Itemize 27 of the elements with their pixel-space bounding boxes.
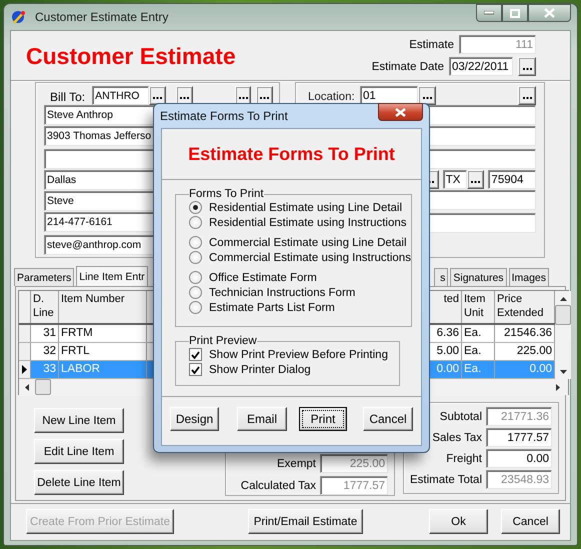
table-cell: Ea.	[462, 325, 495, 342]
field-label: Bill To:	[49, 90, 86, 104]
field-label: Estimate	[409, 38, 454, 50]
table-cell: 5.00	[436, 345, 459, 357]
table-cell: 33	[31, 361, 59, 378]
field-label: Subtotal	[440, 410, 482, 422]
table-cell: 0.00	[436, 363, 459, 375]
field-label: Exempt	[277, 458, 316, 470]
table-cell: 32	[31, 343, 59, 360]
form-title: Customer Estimate	[26, 43, 236, 70]
window-title: Customer Estimate Entry	[35, 10, 168, 24]
table-cell: LABOR	[59, 361, 147, 378]
field-label: Freight	[446, 452, 482, 464]
field-label: Calculated Tax	[240, 480, 316, 492]
table-cell: 31	[31, 325, 59, 342]
group-label: Forms To Print	[189, 188, 264, 200]
table-cell: FRTL	[59, 343, 147, 360]
table-cell: Ea.	[462, 343, 495, 360]
dialog-title: Estimate Forms To Print	[160, 109, 288, 123]
field-label: Estimate Date	[372, 60, 444, 72]
table-cell: 6.36	[436, 327, 459, 339]
field-label: Estimate Total	[410, 474, 482, 486]
field-label: Sales Tax	[432, 432, 482, 444]
dialog-heading: Estimate Forms To Print	[188, 144, 395, 164]
table-cell: FRTM	[59, 325, 147, 342]
table-cell: Ea.	[462, 361, 495, 378]
field-label: Location:	[307, 90, 356, 102]
